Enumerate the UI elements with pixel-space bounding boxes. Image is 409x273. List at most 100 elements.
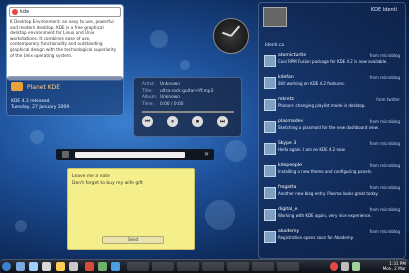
notification-icon[interactable] [330,262,338,271]
bokeh-light [15,220,27,232]
entry-source: from twitter [376,97,400,102]
feed-entry[interactable]: kdefan from microblog Still working on K… [264,75,400,95]
entry-text: Registration opens soon for Akademy. [278,235,354,240]
battery-icon[interactable] [352,262,360,271]
entry-user: fregatta [278,185,297,190]
bokeh-light [180,60,190,70]
entry-source: from microblog [369,119,400,124]
kde-menu-icon[interactable] [2,262,11,271]
pause-button[interactable]: ⏸ [167,116,178,127]
time-label: Time: [142,101,154,107]
feed-entry[interactable]: mkretz from twitter Phonon: changing pla… [264,97,400,117]
entry-source: from microblog [369,229,400,234]
avatar [264,165,276,177]
next-button[interactable]: ⏭ [217,116,228,127]
task-button[interactable] [152,262,174,271]
entry-text: Hello again. I am on KDE 4.2 now. [278,147,346,152]
clock-minute-hand [230,25,240,37]
rss-item-date: Tuesday, 27 January 2009 [11,105,70,110]
rss-icon [11,82,23,91]
task-button[interactable] [202,262,224,271]
search-input[interactable]: kde [20,9,29,15]
feed-entry[interactable]: fregatta from microblog Another new blog… [264,185,400,205]
sticky-note[interactable]: Leave me a note Don't forget to buy my w… [67,168,195,250]
close-icon[interactable]: ✕ [204,151,209,158]
feed-entry[interactable]: akademy from microblog Registration open… [264,229,400,249]
bokeh-light [30,130,44,144]
feed-entry[interactable]: kdepeople from microblog Installing a ne… [264,163,400,183]
microblog-widget: KDE Identi Identi.ca atomicturtle from m… [258,2,406,259]
avatar [264,209,276,221]
browser-icon[interactable] [16,262,25,271]
file-manager-icon[interactable] [29,262,38,271]
chat-icon[interactable] [98,262,107,271]
avatar [264,231,276,243]
note-icon [62,151,69,158]
taskbar-clock[interactable]: 1:31 PM Mon, 2 Mar [383,261,406,271]
time-value: 0:00 / 0:00 [160,101,184,107]
entry-source: from microblog [369,75,400,80]
send-button[interactable]: Send [102,236,164,244]
folder-icon[interactable] [56,262,65,271]
search-icon [12,9,18,15]
feed-entry[interactable]: plasmadev from microblog Sketching a pla… [264,119,400,139]
previous-button[interactable]: ⏮ [142,116,153,127]
entry-user: plasmadev [278,119,304,124]
feed-entry[interactable]: digital_e from microblog Working with KD… [264,207,400,227]
avatar [264,143,276,155]
album-value: Unknown [160,95,180,100]
task-button[interactable] [127,262,149,271]
feed-brand: KDE Identi [370,7,397,13]
entry-text: Working with KDE again, very nice experi… [278,213,372,218]
feed-entry[interactable]: atomicturtle from microblog Cool RPM Fus… [264,53,400,73]
network-icon[interactable] [111,262,120,271]
avatar [263,7,287,27]
bokeh-light [150,30,168,48]
seek-slider[interactable] [142,111,234,113]
rss-item[interactable]: KDE 4.2 released Tuesday, 27 January 200… [11,99,69,111]
avatar [264,187,276,199]
avatar [264,55,276,67]
note-toolbar: ✕ [56,149,214,160]
stop-button[interactable]: ⏹ [192,116,203,127]
entry-user: mkretz [278,97,294,102]
volume-icon[interactable] [341,262,349,271]
task-button[interactable] [277,262,299,271]
entry-text: Installing a new theme and configuring p… [278,169,373,174]
rss-title[interactable]: Planet KDE [27,84,60,91]
rss-widget: Planet KDE KDE 4.2 released Tuesday, 27 … [6,76,124,116]
avatar [264,77,276,89]
note-line-1: Leave me a note [72,174,110,179]
terminal-icon[interactable] [42,262,51,271]
entry-user: kdefan [278,75,294,80]
entry-source: from microblog [369,53,400,58]
artist-value: Unknown [160,82,180,87]
feed-user: Identi.ca [265,43,285,48]
entry-user: kdepeople [278,163,302,168]
task-button[interactable] [252,262,274,271]
search-bar[interactable]: kde [9,7,121,17]
entry-user: akademy [278,229,300,234]
media-player-widget: Artist: Unknown Title: ultra-rock-guitar-r… [133,77,242,137]
media-icon[interactable] [85,262,94,271]
entry-source: from microblog [369,141,400,146]
task-button[interactable] [177,262,199,271]
entry-text: Still working on KDE 4.2 features. [278,81,346,86]
note-line-2: Don't forget to buy my wife gift [72,181,143,186]
clock-hour-hand [222,32,232,37]
entry-text: Phonon: changing playlist mode in deskto… [278,103,366,108]
bokeh-light [225,140,247,162]
entry-source: from microblog [369,185,400,190]
analog-clock [213,18,249,54]
entry-source: from microblog [369,163,400,168]
taskbar-date: Mon, 2 Mar [382,266,406,271]
task-button[interactable] [227,262,249,271]
entry-source: from microblog [369,207,400,212]
desktop: { "search": { "query": "kde", "body": "K… [0,0,409,273]
note-title-field[interactable] [75,151,185,158]
title-value: ultra-rock-guitar-riff.mp3 [160,88,214,94]
taskbar: 1:31 PM Mon, 2 Mar [0,259,409,273]
text-editor-icon[interactable] [69,262,78,271]
avatar [264,99,276,111]
feed-entry[interactable]: Skype 3 from microblog Hello again. I am… [264,141,400,161]
